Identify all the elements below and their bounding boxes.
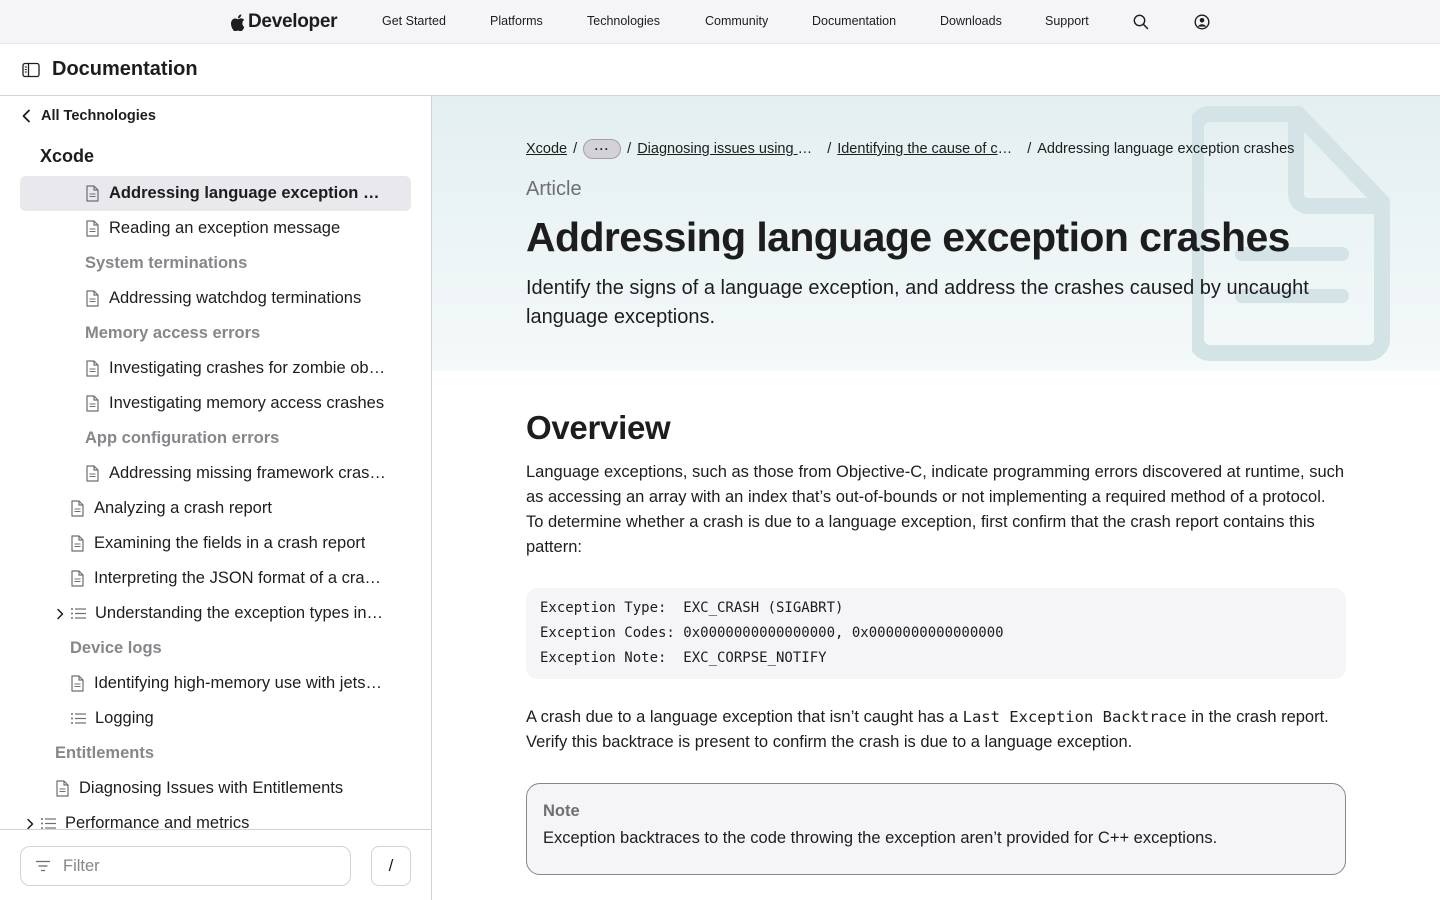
document-icon (86, 185, 99, 202)
document-icon (56, 780, 69, 797)
back-label: All Technologies (41, 108, 156, 124)
document-icon (86, 220, 99, 237)
sidebar-item-label: Examining the fields in a crash report (94, 534, 366, 552)
documentation-title[interactable]: Documentation (52, 58, 198, 81)
sidebar-item-zombie-objects[interactable]: Investigating crashes for zombie objects (20, 351, 411, 386)
article-abstract: Identify the signs of a language excepti… (526, 277, 1309, 328)
sidebar-item-diagnosing-entitlements[interactable]: Diagnosing Issues with Entitlements (20, 771, 411, 806)
nav-technologies[interactable]: Technologies (587, 14, 660, 28)
sidebar-section-title[interactable]: Xcode (40, 146, 94, 167)
document-icon (71, 570, 84, 587)
backtrace-paragraph: A crash due to a language exception that… (526, 708, 1329, 751)
apple-logo-icon (230, 13, 245, 31)
sidebar-item-analyzing-crash-report[interactable]: Analyzing a crash report (20, 491, 411, 526)
logo-text: Developer (248, 11, 338, 32)
sidebar-item-watchdog-terminations[interactable]: Addressing watchdog terminations (20, 281, 411, 316)
document-icon (86, 290, 99, 307)
breadcrumb: Xcode / ··· / Diagnosing issues using cr… (526, 139, 1295, 159)
sidebar-item-label: Diagnosing Issues with Entitlements (79, 779, 344, 797)
breadcrumb-xcode[interactable]: Xcode (526, 141, 567, 157)
nav-documentation[interactable]: Documentation (812, 14, 896, 28)
document-icon (86, 395, 99, 412)
list-icon (71, 713, 86, 724)
nav-platforms[interactable]: Platforms (490, 14, 543, 28)
sidebar-item-label: Reading an exception message (109, 219, 341, 237)
code-line: Exception Note: EXC_CORPSE_NOTIFY (540, 650, 827, 666)
chevron-left-icon (22, 109, 30, 123)
sidebar-item-missing-framework[interactable]: Addressing missing framework crashes (20, 456, 411, 491)
sidebar-item-label: Addressing language exception crashes (109, 184, 387, 202)
sidebar-item-label: Interpreting the JSON format of a crash … (94, 569, 387, 587)
sidebar-group-system-terminations: System terminations (85, 254, 248, 272)
sidebar-item-exception-types[interactable]: Understanding the exception types in a c… (20, 596, 411, 631)
sidebar-item-examining-fields[interactable]: Examining the fields in a crash report (20, 526, 411, 561)
overview-paragraph: Language exceptions, such as those from … (526, 463, 1345, 556)
main-content: Xcode / ··· / Diagnosing issues using cr… (432, 96, 1440, 900)
list-icon (71, 608, 86, 619)
article-hero: Xcode / ··· / Diagnosing issues using cr… (432, 96, 1440, 371)
filter-input[interactable]: Filter (20, 846, 351, 886)
nav-support[interactable]: Support (1045, 14, 1089, 28)
filter-bar: Filter / (0, 829, 431, 900)
sidebar-item-label: Investigating memory access crashes (109, 394, 385, 412)
sidebar-group-app-configuration-errors: App configuration errors (85, 429, 280, 447)
sidebar-item-label: Logging (95, 709, 154, 727)
breadcrumb-current: Addressing language exception crashes (1037, 141, 1295, 157)
account-icon[interactable] (1193, 13, 1211, 31)
inline-code: Last Exception Backtrace (962, 708, 1187, 726)
document-icon (71, 500, 84, 517)
code-listing: Exception Type: EXC_CRASH (SIGABRT) Excep… (526, 588, 1346, 679)
nav-get-started[interactable]: Get Started (382, 14, 446, 28)
document-icon (86, 465, 99, 482)
breadcrumb-identifying-cause[interactable]: Identifying the cause of common crashes (837, 141, 1017, 157)
filter-shortcut-key: / (371, 846, 411, 886)
page-title: Addressing language exception crashes (526, 214, 1290, 260)
sidebar-item-label: Addressing watchdog terminations (109, 289, 362, 307)
chevron-right-icon[interactable] (55, 608, 65, 620)
breadcrumb-more-button[interactable]: ··· (583, 139, 622, 159)
sidebar-item-logging[interactable]: Logging (20, 701, 411, 736)
sidebar-group-memory-access-errors: Memory access errors (85, 324, 261, 342)
filter-placeholder: Filter (63, 856, 100, 875)
sidebar-item-json-format[interactable]: Interpreting the JSON format of a crash … (20, 561, 411, 596)
sidebar-item-label: Investigating crashes for zombie objects (109, 359, 387, 377)
sidebar: All Technologies Xcode Addressing langua… (0, 96, 432, 900)
document-icon (71, 535, 84, 552)
breadcrumb-diagnosing-issues[interactable]: Diagnosing issues using crash reports an… (637, 141, 817, 157)
sidebar-item-reading-exception-message[interactable]: Reading an exception message (20, 211, 411, 246)
sidebar-item-memory-access-crashes[interactable]: Investigating memory access crashes (20, 386, 411, 421)
document-icon (71, 675, 84, 692)
code-line: Exception Type: EXC_CRASH (SIGABRT) (540, 600, 844, 616)
global-nav: Developer Get Started Platforms Technolo… (0, 0, 1440, 44)
note-aside: Note Exception backtraces to the code th… (526, 783, 1346, 875)
filter-icon (36, 860, 50, 872)
code-line: Exception Codes: 0x0000000000000000, 0x0… (540, 625, 1004, 641)
note-body: Exception backtraces to the code throwin… (543, 829, 1218, 847)
search-icon[interactable] (1132, 13, 1150, 31)
overview-heading: Overview (526, 409, 671, 446)
sidebar-toggle-icon[interactable] (22, 62, 40, 78)
back-all-technologies[interactable]: All Technologies (20, 106, 156, 126)
sidebar-item-label: Understanding the exception types in a c… (95, 604, 387, 622)
article-eyebrow: Article (526, 178, 582, 200)
sidebar-item-label: Analyzing a crash report (94, 499, 272, 517)
nav-downloads[interactable]: Downloads (940, 14, 1002, 28)
sidebar-item-addressing-language-exception[interactable]: Addressing language exception crashes (20, 176, 411, 211)
apple-developer-logo[interactable]: Developer (230, 10, 337, 34)
documentation-header: Documentation (0, 44, 1440, 96)
sidebar-item-label: Addressing missing framework crashes (109, 464, 387, 482)
sidebar-group-device-logs: Device logs (70, 639, 162, 657)
document-icon (86, 360, 99, 377)
sidebar-item-jetsam-event-reports[interactable]: Identifying high-memory use with jetsam … (20, 666, 411, 701)
nav-community[interactable]: Community (705, 14, 768, 28)
note-title: Note (543, 802, 580, 820)
sidebar-group-entitlements: Entitlements (55, 744, 155, 762)
sidebar-item-label: Identifying high-memory use with jetsam … (94, 674, 387, 692)
